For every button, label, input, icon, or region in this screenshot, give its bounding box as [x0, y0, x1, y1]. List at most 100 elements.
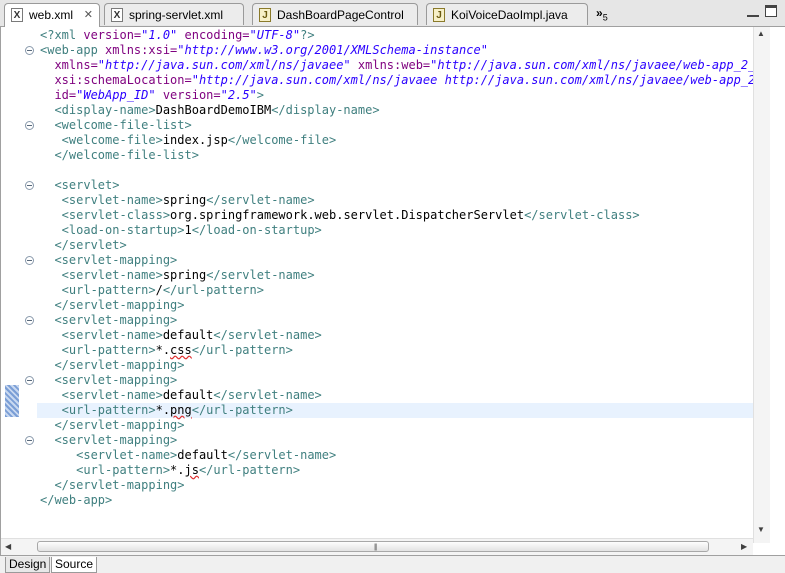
code-line[interactable]: <servlet-name>default</servlet-name>	[40, 328, 322, 343]
code-line[interactable]: <servlet-mapping>	[40, 373, 177, 388]
code-token: /	[155, 283, 163, 297]
code-area[interactable]: <?xml version="1.0" encoding="UTF-8"?> <w…	[40, 27, 753, 543]
code-token: </servlet-class>	[524, 208, 640, 222]
code-token: </web-app>	[40, 493, 113, 507]
scroll-left-icon[interactable]: ◀	[5, 542, 11, 551]
code-line[interactable]: <url-pattern>*.js</url-pattern>	[40, 463, 300, 478]
scroll-up-icon[interactable]: ▲	[757, 29, 765, 38]
tab-label: web.xml	[29, 8, 74, 22]
code-token: <servlet-name>	[40, 193, 163, 207]
code-line[interactable]: </servlet>	[40, 238, 127, 253]
fold-collapse-icon[interactable]	[25, 256, 34, 265]
code-line[interactable]: xmlns="http://java.sun.com/xml/ns/javaee…	[40, 58, 753, 73]
code-line[interactable]: <servlet-name>spring</servlet-name>	[40, 268, 315, 283]
code-token: org.springframework.web.servlet.Dispatch…	[170, 208, 525, 222]
horizontal-scroll-thumb[interactable]: |||	[37, 541, 709, 552]
code-token: version=	[83, 28, 142, 42]
code-line[interactable]: <servlet>	[40, 178, 119, 193]
vertical-scrollbar[interactable]: ▲ ▼	[753, 27, 770, 543]
code-line[interactable]: </servlet-mapping>	[40, 478, 185, 493]
code-token: <url-pattern>	[40, 403, 156, 417]
overflow-chevron: »	[596, 6, 603, 20]
code-token: "UTF-8"	[249, 28, 301, 42]
code-token: </servlet-name>	[206, 193, 315, 207]
tab-design[interactable]: Design	[5, 557, 51, 573]
code-token: </servlet-mapping>	[40, 298, 185, 312]
close-icon[interactable]: ✕	[84, 8, 93, 21]
code-line[interactable]: <servlet-mapping>	[40, 253, 177, 268]
code-token: "http://www.w3.org/2001/XMLSchema-instan…	[177, 43, 488, 57]
code-line[interactable]: </servlet-mapping>	[40, 418, 184, 433]
java-file-icon: J	[433, 8, 445, 22]
code-line[interactable]: <servlet-name>spring</servlet-name>	[40, 193, 315, 208]
code-token: "2.5"	[220, 88, 257, 102]
code-line[interactable]: <servlet-class>org.springframework.web.s…	[40, 208, 640, 223]
code-token: <servlet-mapping>	[40, 313, 178, 327]
scroll-right-icon[interactable]: ▶	[741, 542, 747, 551]
code-token: <servlet-mapping>	[40, 253, 178, 267]
tab-dashboard-page-control[interactable]: J DashBoardPageControl	[252, 3, 418, 25]
code-line[interactable]: <url-pattern>*.css</url-pattern>	[40, 343, 293, 358]
code-line[interactable]: <display-name>DashBoardDemoIBM</display-…	[40, 103, 379, 118]
code-token: </load-on-startup>	[191, 223, 322, 237]
code-token: spring	[162, 193, 207, 207]
code-line[interactable]: <welcome-file>index.jsp</welcome-file>	[40, 133, 337, 148]
code-line[interactable]: <servlet-mapping>	[40, 313, 177, 328]
fold-collapse-icon[interactable]	[25, 46, 34, 55]
fold-collapse-icon[interactable]	[25, 376, 34, 385]
code-token: "http://java.sun.com/xml/ns/javaee http:…	[191, 73, 753, 87]
code-token: <load-on-startup>	[40, 223, 185, 237]
code-token: </servlet-mapping>	[40, 478, 185, 492]
maximize-icon[interactable]	[765, 5, 777, 17]
code-token: <servlet>	[40, 178, 120, 192]
code-token: <welcome-file-list>	[40, 118, 192, 132]
code-line[interactable]: </servlet-mapping>	[40, 298, 185, 313]
fold-collapse-icon[interactable]	[25, 316, 34, 325]
code-token: "1.0"	[141, 28, 178, 42]
xml-file-icon: X	[111, 8, 123, 22]
code-line[interactable]: <url-pattern>/</url-pattern>	[40, 283, 264, 298]
code-line[interactable]: xsi:schemaLocation="http://java.sun.com/…	[40, 73, 753, 88]
code-token: index.jsp	[162, 133, 228, 147]
minimize-icon[interactable]	[747, 7, 759, 17]
code-token: *.	[155, 343, 171, 357]
code-line[interactable]: <servlet-name>default</servlet-name>	[40, 448, 336, 463]
tab-koi-voice-dao-impl[interactable]: J KoiVoiceDaoImpl.java	[426, 3, 588, 25]
tab-source[interactable]: Source	[51, 557, 98, 573]
code-line[interactable]: </web-app>	[40, 493, 112, 508]
fold-collapse-icon[interactable]	[25, 121, 34, 130]
tab-overflow-button[interactable]: »5	[596, 6, 608, 22]
code-line[interactable]: </servlet-mapping>	[40, 358, 185, 373]
tab-label: DashBoardPageControl	[277, 8, 404, 22]
horizontal-scrollbar[interactable]: ◀ ||| ▶	[1, 538, 753, 555]
code-token: </servlet>	[40, 238, 127, 252]
tab-spring-servlet-xml[interactable]: X spring-servlet.xml	[104, 3, 244, 25]
code-token: <welcome-file>	[40, 133, 163, 147]
scroll-down-icon[interactable]: ▼	[757, 525, 765, 534]
code-line[interactable]: <servlet-name>default</servlet-name>	[40, 388, 322, 403]
code-token: <servlet-class>	[40, 208, 171, 222]
fold-collapse-icon[interactable]	[25, 181, 34, 190]
code-token: DashBoardDemoIBM	[155, 103, 272, 117]
grip-icon: |||	[374, 544, 378, 551]
code-line[interactable]: <servlet-mapping>	[40, 433, 177, 448]
code-token: spring	[162, 268, 207, 282]
quick-diff-change-marker[interactable]	[5, 385, 19, 417]
xml-source-editor[interactable]: <?xml version="1.0" encoding="UTF-8"?> <w…	[0, 27, 785, 555]
annotation-ruler	[1, 27, 21, 555]
code-token: </servlet-mapping>	[40, 358, 185, 372]
code-token: <servlet-name>	[40, 388, 163, 402]
code-line[interactable]: <?xml version="1.0" encoding="UTF-8"?>	[40, 28, 315, 43]
code-line[interactable]: <welcome-file-list>	[40, 118, 192, 133]
code-line[interactable]: </welcome-file-list>	[40, 148, 199, 163]
code-token: </servlet-name>	[206, 268, 315, 282]
overview-ruler[interactable]	[770, 27, 784, 543]
code-line[interactable]: <url-pattern>*.png</url-pattern>	[40, 403, 293, 418]
code-token: "http://java.sun.com/xml/ns/javaee"	[97, 58, 351, 72]
tab-web-xml[interactable]: X web.xml ✕	[4, 3, 100, 27]
code-line[interactable]: <web-app xmlns:xsi="http://www.w3.org/20…	[40, 43, 488, 58]
fold-collapse-icon[interactable]	[25, 436, 34, 445]
code-token: </welcome-file-list>	[40, 148, 199, 162]
code-line[interactable]: id="WebApp_ID" version="2.5">	[40, 88, 264, 103]
code-line[interactable]: <load-on-startup>1</load-on-startup>	[40, 223, 322, 238]
